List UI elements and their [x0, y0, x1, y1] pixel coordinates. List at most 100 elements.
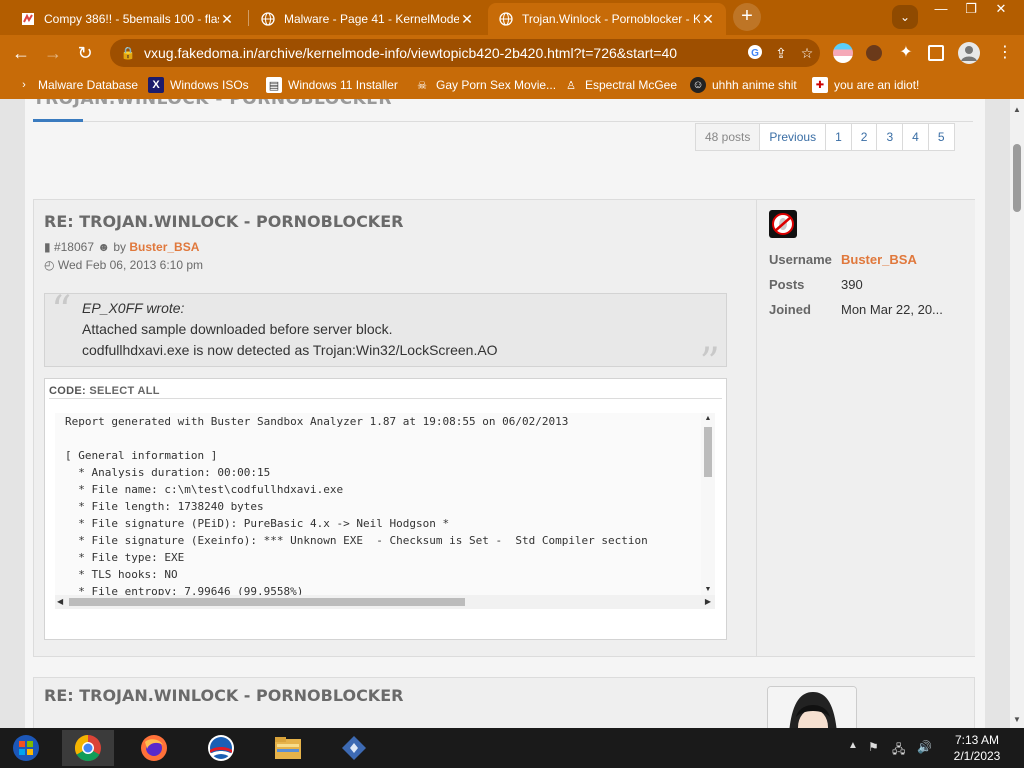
close-tab-icon[interactable]: ✕	[219, 11, 235, 28]
bookmark-windows-isos[interactable]: X Windows ISOs	[148, 75, 249, 95]
forward-arrow-icon[interactable]: →	[40, 40, 66, 66]
restore-icon[interactable]: ❐	[956, 0, 986, 20]
show-hidden-icons-icon[interactable]: ▲	[848, 740, 858, 751]
bookmark-you-are-an-idiot[interactable]: ✚ you are an idiot!	[812, 75, 919, 95]
address-bar[interactable]: 🔒 vxug.fakedoma.in/archive/kernelmode-in…	[110, 39, 820, 67]
lock-icon[interactable]: 🔒	[120, 46, 136, 60]
bookmark-gay-porn-sex-movie[interactable]: ☠ Gay Porn Sex Movie...	[414, 75, 556, 95]
scroll-thumb[interactable]	[69, 598, 465, 606]
avatar[interactable]	[767, 686, 857, 728]
tab-trojan-winlock[interactable]: Trojan.Winlock - Pornoblocker - K ✕	[488, 3, 726, 35]
post-date: ◴ Wed Feb 06, 2013 6:10 pm	[44, 258, 203, 272]
system-clock[interactable]: 7:13 AM 2/1/2023	[946, 732, 1008, 764]
bookmark-star-icon[interactable]: ☆	[794, 45, 820, 62]
x-icon: X	[148, 77, 164, 93]
scroll-thumb[interactable]	[704, 427, 712, 477]
quote-block: “ EP_X0FF wrote: Attached sample downloa…	[44, 288, 727, 386]
topic-title: TROJAN.WINLOCK - PORNOBLOCKER	[33, 99, 392, 109]
page-link-2[interactable]: 2	[850, 124, 877, 150]
close-tab-icon[interactable]: ✕	[700, 11, 716, 28]
scroll-up-icon[interactable]: ▲	[703, 415, 713, 422]
tab-strip: Compy 386!! - 5bemails 100 - flash ✕ Mal…	[0, 0, 1024, 35]
scroll-thumb[interactable]	[1013, 144, 1021, 212]
menu-kebab-icon[interactable]: ⋮	[992, 40, 1018, 66]
skull-icon: ☠	[417, 79, 427, 92]
extension-avatar-icon[interactable]	[864, 43, 884, 63]
username-link[interactable]: Buster_BSA	[841, 252, 917, 267]
tab-compy[interactable]: Compy 386!! - 5bemails 100 - flash ✕	[10, 3, 245, 35]
remote-app-taskbar-button[interactable]	[328, 730, 380, 766]
scroll-right-icon[interactable]: ▶	[705, 597, 711, 606]
code-line: * TLS hooks: NO	[65, 568, 178, 581]
code-box: CODE: SELECT ALL Report generated with B…	[44, 378, 727, 640]
folder-icon	[275, 737, 301, 759]
bookmark-label: Malware Database	[38, 78, 139, 92]
bookmark-anime[interactable]: ☺ uhhh anime shit	[690, 75, 797, 95]
extensions-puzzle-icon[interactable]: ✦	[896, 43, 916, 63]
tab-search-icon[interactable]: ⌄	[892, 5, 918, 29]
scroll-down-icon[interactable]: ▼	[703, 586, 713, 593]
posts-label: Posts	[769, 277, 805, 292]
scroll-left-icon[interactable]: ◀	[57, 597, 63, 606]
page-link-1[interactable]: 1	[825, 124, 851, 150]
bookmark-espectral-mcgee[interactable]: ♙ Espectral McGee	[563, 75, 677, 95]
start-button[interactable]	[0, 730, 52, 766]
code-horizontal-scrollbar[interactable]: ◀ ▶	[55, 595, 715, 609]
action-center-flag-icon[interactable]: ⚑	[868, 740, 879, 754]
campaign-logo-icon	[208, 735, 234, 761]
avatar[interactable]	[769, 210, 797, 238]
bookmark-icon[interactable]: ▮	[44, 240, 51, 254]
campaign-app-taskbar-button[interactable]	[195, 730, 247, 766]
scroll-down-icon[interactable]: ▼	[1012, 715, 1022, 724]
code-line: * File entropy: 7.99646 (99.9558%)	[65, 585, 304, 595]
firefox-taskbar-button[interactable]	[128, 730, 180, 766]
share-icon[interactable]: ⇪	[768, 45, 794, 62]
diamond-app-icon	[342, 736, 366, 760]
tab-malware[interactable]: Malware - Page 41 - KernelMode.info ✕	[250, 3, 485, 35]
browser-toolbar: ← → ↻ 🔒 vxug.fakedoma.in/archive/kernelm…	[0, 35, 1024, 71]
page-link-3[interactable]: 3	[876, 124, 902, 150]
profile-avatar-icon[interactable]	[958, 42, 980, 64]
quote-cite: EP_X0FF wrote:	[82, 300, 185, 316]
code-vertical-scrollbar[interactable]: ▲ ▼	[701, 413, 715, 595]
reload-icon[interactable]: ↻	[72, 40, 98, 66]
bookmark-windows-11-installer[interactable]: ▤ Windows 11 Installer	[266, 75, 398, 95]
start-orb-icon	[13, 735, 39, 761]
divider	[33, 121, 973, 122]
pagination: 48 posts Previous 1 2 3 4 5	[695, 123, 955, 151]
minimize-icon[interactable]: —	[926, 0, 956, 20]
page-link-5[interactable]: 5	[927, 124, 954, 150]
post-title[interactable]: RE: TROJAN.WINLOCK - PORNOBLOCKER	[44, 686, 403, 705]
network-icon[interactable]: 🖧	[892, 740, 905, 761]
file-explorer-taskbar-button[interactable]	[262, 730, 314, 766]
forum-post: RE: TROJAN.WINLOCK - PORNOBLOCKER ▮ #180…	[33, 199, 975, 657]
url-text[interactable]: vxug.fakedoma.in/archive/kernelmode-info…	[144, 45, 742, 61]
close-window-icon[interactable]: ✕	[986, 0, 1016, 20]
page-scrollbar[interactable]: ▲ ▼	[1010, 99, 1024, 728]
code-content[interactable]: Report generated with Buster Sandbox Ana…	[55, 413, 715, 595]
post-id-link[interactable]: #18067	[54, 240, 94, 254]
bookmark-label: uhhh anime shit	[712, 78, 797, 92]
new-tab-button[interactable]: +	[733, 3, 761, 31]
chrome-taskbar-button[interactable]	[62, 730, 114, 766]
extension-flag-icon[interactable]	[833, 43, 853, 63]
side-panel-icon[interactable]	[928, 45, 944, 61]
code-line: * File name: c:\m\test\codfullhdxavi.exe	[65, 483, 344, 496]
code-text[interactable]: Report generated with Buster Sandbox Ana…	[55, 413, 715, 595]
post-title[interactable]: RE: TROJAN.WINLOCK - PORNOBLOCKER	[44, 212, 403, 231]
previous-page-link[interactable]: Previous	[759, 124, 825, 150]
google-icon[interactable]: G	[742, 44, 768, 63]
select-all-link[interactable]: SELECT ALL	[89, 385, 159, 397]
bookmark-label: you are an idiot!	[834, 78, 920, 92]
back-arrow-icon[interactable]: ←	[8, 40, 34, 66]
tab-title: Compy 386!! - 5bemails 100 - flash	[44, 12, 219, 26]
volume-icon[interactable]: 🔊	[917, 740, 932, 754]
bookmark-malware-database[interactable]: › Malware Database	[16, 75, 138, 95]
code-line: * File type: EXE	[65, 551, 185, 564]
joined-date: Mon Mar 22, 20...	[841, 302, 943, 317]
author-link[interactable]: Buster_BSA	[129, 240, 199, 254]
forum-post: RE: TROJAN.WINLOCK - PORNOBLOCKER	[33, 677, 975, 728]
scroll-up-icon[interactable]: ▲	[1012, 105, 1022, 114]
page-link-4[interactable]: 4	[902, 124, 928, 150]
close-tab-icon[interactable]: ✕	[459, 11, 475, 28]
